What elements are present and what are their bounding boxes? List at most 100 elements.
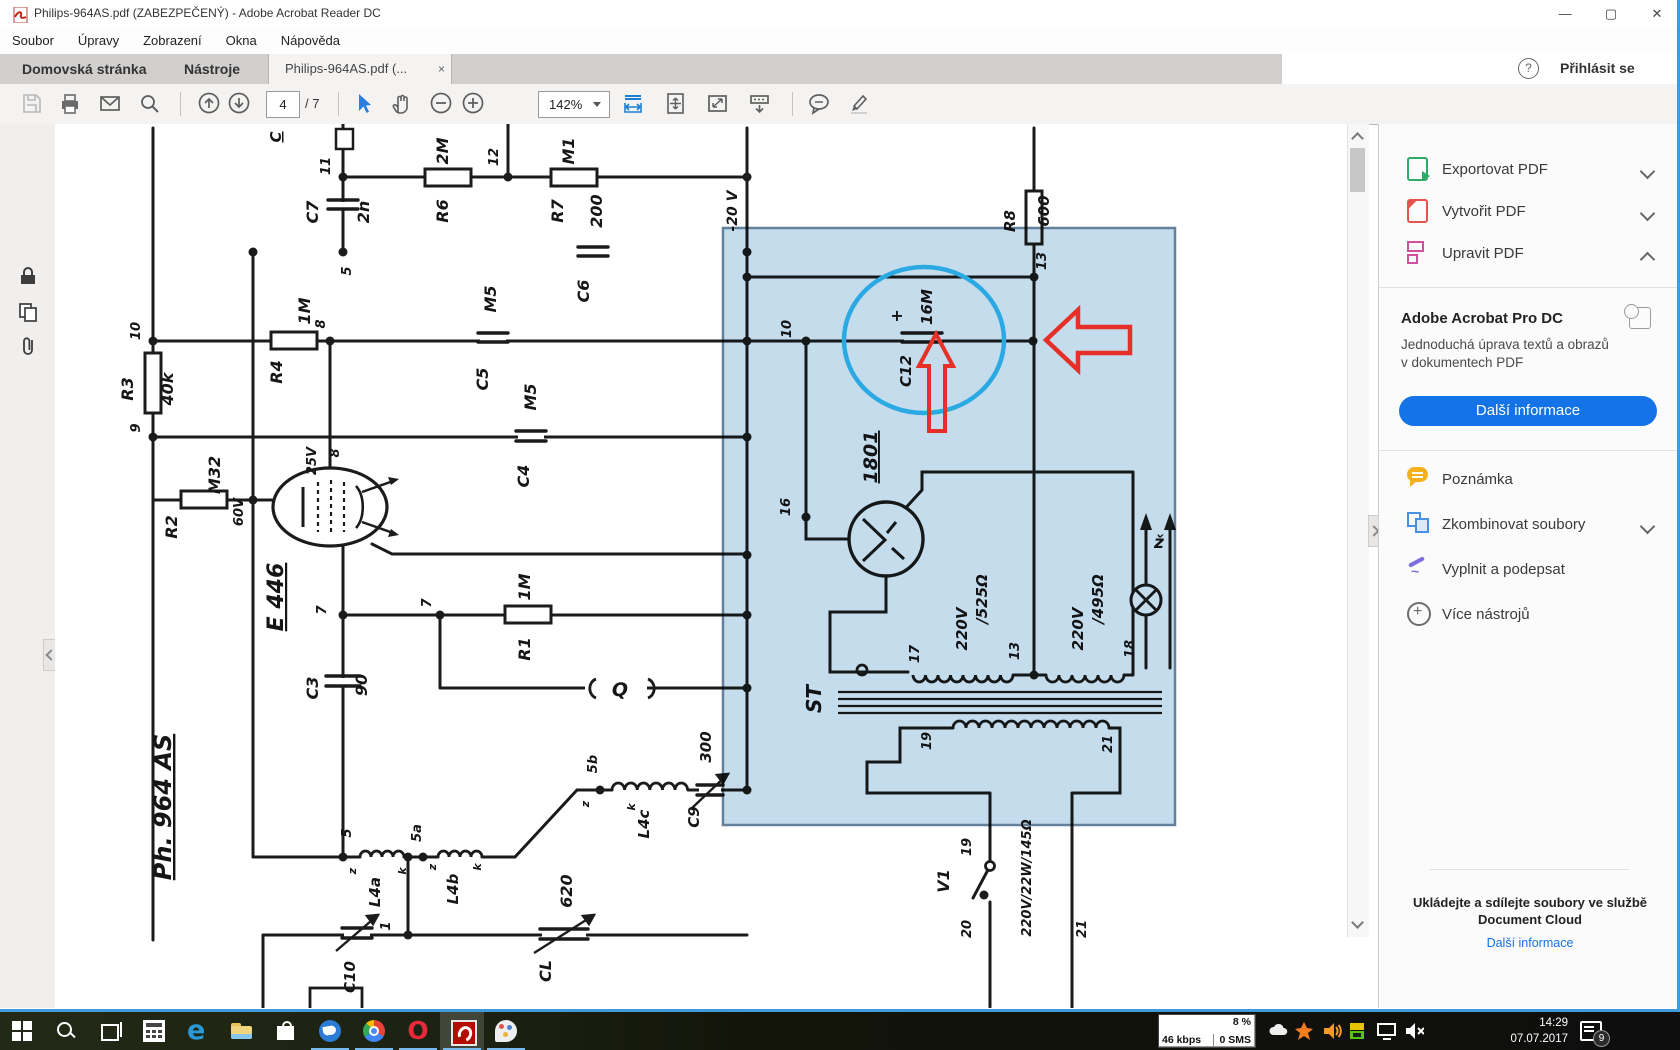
- zoom-level-select[interactable]: 142%: [538, 91, 610, 118]
- taskbar-app-acrobat[interactable]: [440, 1012, 484, 1050]
- taskbar-app-task-view[interactable]: [88, 1012, 132, 1050]
- minimize-button[interactable]: —: [1542, 0, 1588, 28]
- chevron-up-icon[interactable]: [1640, 252, 1656, 268]
- taskbar-app-paint[interactable]: [484, 1012, 528, 1050]
- junction-dot: [339, 173, 348, 182]
- menu-okna[interactable]: Okna: [214, 28, 269, 53]
- fit-width-icon[interactable]: [622, 92, 646, 116]
- print-icon[interactable]: [58, 92, 82, 116]
- pdf-page-canvas[interactable]: C11C72nR62M12M1R75C620010R340k9R41M8C5M5…: [55, 124, 1347, 1008]
- email-icon[interactable]: [98, 92, 122, 116]
- onedrive-cloud-icon[interactable]: [1268, 1021, 1288, 1041]
- select-tool-icon[interactable]: [352, 92, 376, 116]
- tool-comment[interactable]: Poznámka: [1379, 464, 1680, 498]
- schematic-label: 1: [379, 921, 394, 930]
- tool-export-pdf[interactable]: Exportovat PDF: [1379, 154, 1680, 188]
- taskbar-app-opera[interactable]: O: [396, 1012, 440, 1050]
- presentation-icon[interactable]: [748, 92, 772, 116]
- page-number-input[interactable]: 4: [266, 91, 300, 118]
- chevron-down-icon[interactable]: [1640, 206, 1656, 222]
- hand-tool-icon[interactable]: [390, 92, 414, 116]
- help-icon[interactable]: ?: [1518, 58, 1539, 79]
- schematic-label: 40k: [158, 371, 177, 406]
- footer-more-info-link[interactable]: Další informace: [1379, 936, 1680, 950]
- close-button[interactable]: ✕: [1634, 0, 1680, 28]
- vertical-scrollbar: [1347, 124, 1368, 1008]
- taskbar-app-file-explorer[interactable]: [220, 1012, 264, 1050]
- tool-create-pdf[interactable]: Vytvořit PDF: [1379, 196, 1680, 230]
- connection-widget: 8 % 46 kbps 0 SMS: [1158, 1014, 1256, 1048]
- comment-icon: [1407, 467, 1428, 482]
- volume-orange-icon[interactable]: [1322, 1021, 1342, 1041]
- schematic-label: R6: [433, 199, 452, 222]
- promo-desc-line2: v dokumentech PDF: [1401, 355, 1523, 370]
- fit-page-icon[interactable]: [664, 92, 688, 116]
- mute-icon[interactable]: [1404, 1021, 1424, 1041]
- paint-icon: [495, 1020, 517, 1042]
- taskbar-app-thunderbird[interactable]: [308, 1012, 352, 1050]
- widget-kbps: 46 kbps: [1162, 1034, 1201, 1046]
- schematic-label: E 446: [264, 563, 289, 632]
- zoom-level-value: 142%: [549, 97, 582, 112]
- comment-icon[interactable]: [808, 92, 832, 116]
- taskbar-app-edge[interactable]: e: [176, 1012, 220, 1050]
- scroll-down-icon[interactable]: [1351, 917, 1363, 929]
- chevron-down-icon: [593, 102, 601, 107]
- tab-home[interactable]: Domovská stránka: [6, 54, 163, 84]
- scrollbar-track[interactable]: [1347, 124, 1369, 937]
- schematic-label: 7: [315, 605, 330, 615]
- menu-napoveda[interactable]: Nápověda: [269, 28, 352, 53]
- lock-icon[interactable]: [18, 266, 38, 286]
- menu-upravy[interactable]: Úpravy: [66, 28, 131, 53]
- divider: [1429, 869, 1629, 870]
- chevron-down-icon[interactable]: [1640, 164, 1656, 180]
- tool-edit-pdf[interactable]: Upravit PDF: [1379, 238, 1680, 272]
- sign-in-link[interactable]: Přihlásit se: [1560, 60, 1635, 76]
- taskbar-app-start[interactable]: [0, 1012, 44, 1050]
- junction-dot: [339, 853, 348, 862]
- network-display-icon[interactable]: [1376, 1021, 1396, 1041]
- tool-fill-sign[interactable]: Vyplnit a podepsat: [1379, 554, 1680, 588]
- tool-combine[interactable]: Zkombinovat soubory: [1379, 509, 1680, 543]
- save-icon[interactable]: [20, 92, 44, 116]
- tool-label: Vytvořit PDF: [1442, 203, 1526, 220]
- taskbar-app-chrome[interactable]: [352, 1012, 396, 1050]
- phone-icon[interactable]: [1348, 1021, 1368, 1041]
- pages-icon[interactable]: [18, 302, 38, 322]
- page-down-icon[interactable]: [228, 92, 252, 116]
- tool-more-tools[interactable]: Více nástrojů: [1379, 599, 1680, 633]
- schematic-label: 60V: [232, 497, 247, 526]
- taskbar-clock[interactable]: 14:29 07.07.2017: [1498, 1015, 1568, 1047]
- menu-zobrazeni[interactable]: Zobrazení: [131, 28, 214, 53]
- tab-document[interactable]: Philips-964AS.pdf (... ×: [268, 54, 452, 84]
- zoom-out-icon[interactable]: [430, 92, 454, 116]
- schematic-label: M1: [559, 137, 578, 164]
- schematic-label: CL: [536, 960, 555, 982]
- thunderbird-icon: [319, 1020, 341, 1042]
- maximize-button[interactable]: ▢: [1588, 0, 1634, 28]
- search-icon[interactable]: [138, 92, 162, 116]
- scrollbar-thumb[interactable]: [1350, 148, 1365, 192]
- fullscreen-icon[interactable]: [706, 92, 730, 116]
- taskbar-app-search[interactable]: [44, 1012, 88, 1050]
- schematic-label: 9: [129, 423, 144, 432]
- zoom-in-icon[interactable]: [462, 92, 486, 116]
- tab-tools[interactable]: Nástroje: [168, 54, 256, 84]
- tab-close-icon[interactable]: ×: [438, 54, 445, 84]
- taskbar-app-calculator[interactable]: [132, 1012, 176, 1050]
- schematic-label: 21: [1075, 920, 1090, 938]
- attachment-icon[interactable]: [18, 336, 38, 358]
- taskbar-app-store[interactable]: [264, 1012, 308, 1050]
- scroll-up-icon[interactable]: [1351, 130, 1363, 142]
- chevron-down-icon[interactable]: [1640, 519, 1656, 535]
- more-info-button[interactable]: Další informace: [1399, 396, 1657, 426]
- toolbar-separator: [792, 92, 793, 116]
- highlight-icon[interactable]: [848, 92, 872, 116]
- avast-icon[interactable]: [1294, 1021, 1314, 1041]
- menu-soubor[interactable]: Soubor: [0, 28, 66, 53]
- schematic-label: 1M: [515, 573, 534, 600]
- divider: [1379, 450, 1680, 451]
- junction-dot: [326, 337, 335, 346]
- title-bar: Philips-964AS.pdf (ZABEZPEČENÝ) - Adobe …: [0, 0, 1680, 29]
- page-up-icon[interactable]: [198, 92, 222, 116]
